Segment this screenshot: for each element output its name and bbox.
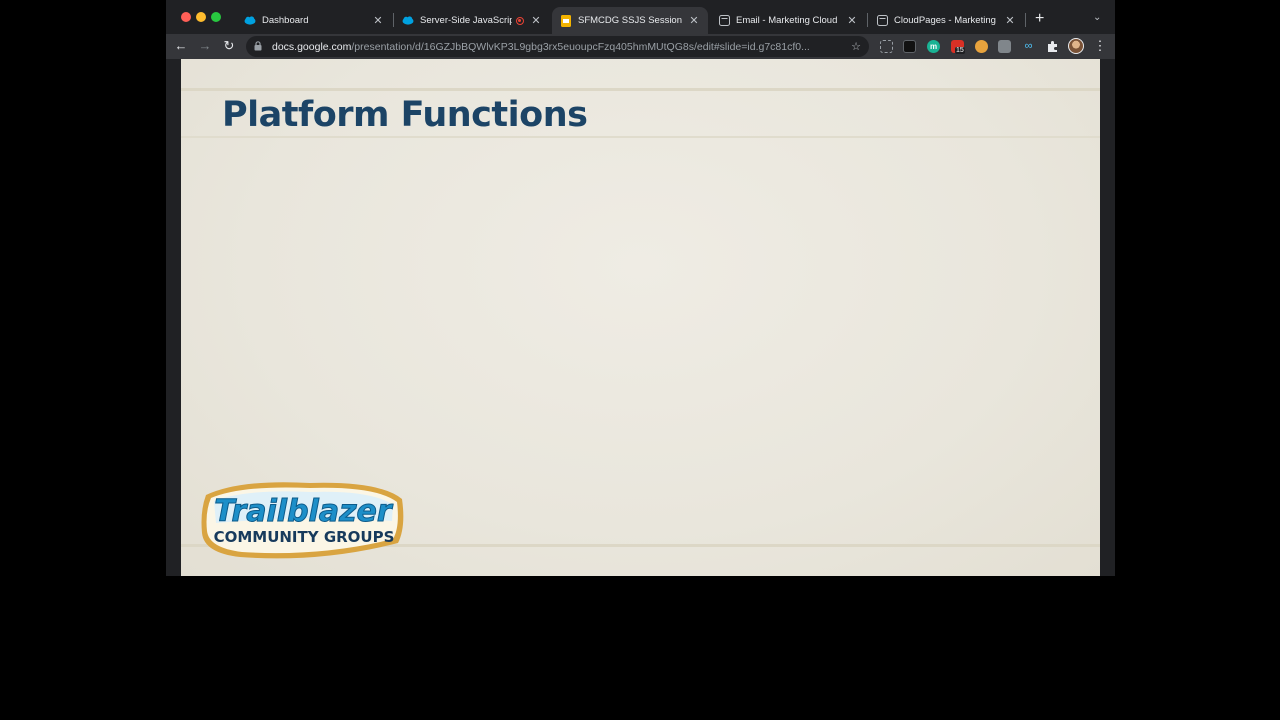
page-icon xyxy=(876,15,888,27)
maximize-window-button[interactable] xyxy=(211,12,221,22)
slide-title: Platform Functions xyxy=(222,95,588,135)
forward-arrow-icon[interactable]: → xyxy=(196,37,214,55)
screenshot-extension-icon[interactable] xyxy=(880,40,893,53)
tab-sfmcdg-ssjs-session[interactable]: SFMCDG SSJS Session O ✕ xyxy=(552,7,708,34)
slide-top-rule xyxy=(181,88,1100,91)
browser-toolbar: ← → ↻ docs.google.com /presentation/d/16… xyxy=(166,34,1115,59)
puzzle-extensions-icon[interactable] xyxy=(1046,40,1059,53)
close-icon[interactable]: ✕ xyxy=(688,14,700,27)
camera-extension-icon[interactable] xyxy=(903,40,916,53)
logo-wordmark: Trailblazer xyxy=(214,494,394,529)
close-icon[interactable]: ✕ xyxy=(372,14,384,27)
presentation-slide: Platform Functions Trailblazer COMMUNITY… xyxy=(181,59,1100,576)
salesforce-cloud-icon xyxy=(402,15,414,27)
tab-title: Dashboard xyxy=(262,15,309,26)
kebab-menu-icon[interactable]: ⋮ xyxy=(1091,37,1109,55)
reload-icon[interactable]: ↻ xyxy=(220,37,238,55)
tab-separator xyxy=(1025,13,1026,27)
page-icon xyxy=(718,15,730,27)
chevron-down-icon[interactable]: ⌄ xyxy=(1093,12,1101,23)
back-arrow-icon[interactable]: ← xyxy=(172,37,190,55)
url-host: docs.google.com xyxy=(272,40,352,53)
tab-cloudpages-marketing-cloud[interactable]: CloudPages - Marketing C ✕ xyxy=(868,7,1024,34)
tab-title: SFMCDG SSJS Session O xyxy=(578,15,682,26)
tab-title: Server-Side JavaScrip xyxy=(420,15,512,26)
lock-icon xyxy=(254,40,264,53)
tab-dashboard[interactable]: Dashboard ✕ xyxy=(236,7,392,34)
extension-badge: 15 xyxy=(955,47,965,54)
close-window-button[interactable] xyxy=(181,12,191,22)
bookmark-star-icon[interactable]: ☆ xyxy=(851,40,861,53)
close-icon[interactable]: ✕ xyxy=(846,14,858,27)
tab-server-side-javascript[interactable]: Server-Side JavaScrip ✕ xyxy=(394,7,550,34)
gray-extension-icon[interactable] xyxy=(998,40,1011,53)
new-tab-plus-icon[interactable]: + xyxy=(1035,10,1044,28)
tab-strip: Dashboard ✕ Server-Side JavaScrip ✕ SFMC… xyxy=(166,0,1115,34)
cookie-extension-icon[interactable] xyxy=(975,40,988,53)
slide-title-rule xyxy=(181,136,1100,138)
tab-title: CloudPages - Marketing C xyxy=(894,15,998,26)
url-path: /presentation/d/16GZJbBQWlvKP3L9gbg3rx5e… xyxy=(351,40,810,53)
calendar-extension-icon[interactable]: 15 xyxy=(951,40,965,54)
avatar[interactable] xyxy=(1068,38,1084,54)
recording-icon xyxy=(516,16,524,25)
minimize-window-button[interactable] xyxy=(196,12,206,22)
google-slides-icon xyxy=(560,14,572,27)
tab-title: Email - Marketing Cloud xyxy=(736,15,838,26)
trailblazer-community-groups-logo: Trailblazer COMMUNITY GROUPS xyxy=(200,477,406,561)
salesforce-cloud-icon xyxy=(244,15,256,27)
link-extension-icon[interactable]: ∞ xyxy=(1022,40,1035,53)
logo-subtitle: COMMUNITY GROUPS xyxy=(214,528,395,546)
m-extension-icon[interactable]: m xyxy=(927,40,940,53)
address-bar[interactable]: docs.google.com /presentation/d/16GZJbBQ… xyxy=(246,36,869,57)
tab-email-marketing-cloud[interactable]: Email - Marketing Cloud ✕ xyxy=(710,7,866,34)
close-icon[interactable]: ✕ xyxy=(530,14,542,27)
close-icon[interactable]: ✕ xyxy=(1004,14,1016,27)
